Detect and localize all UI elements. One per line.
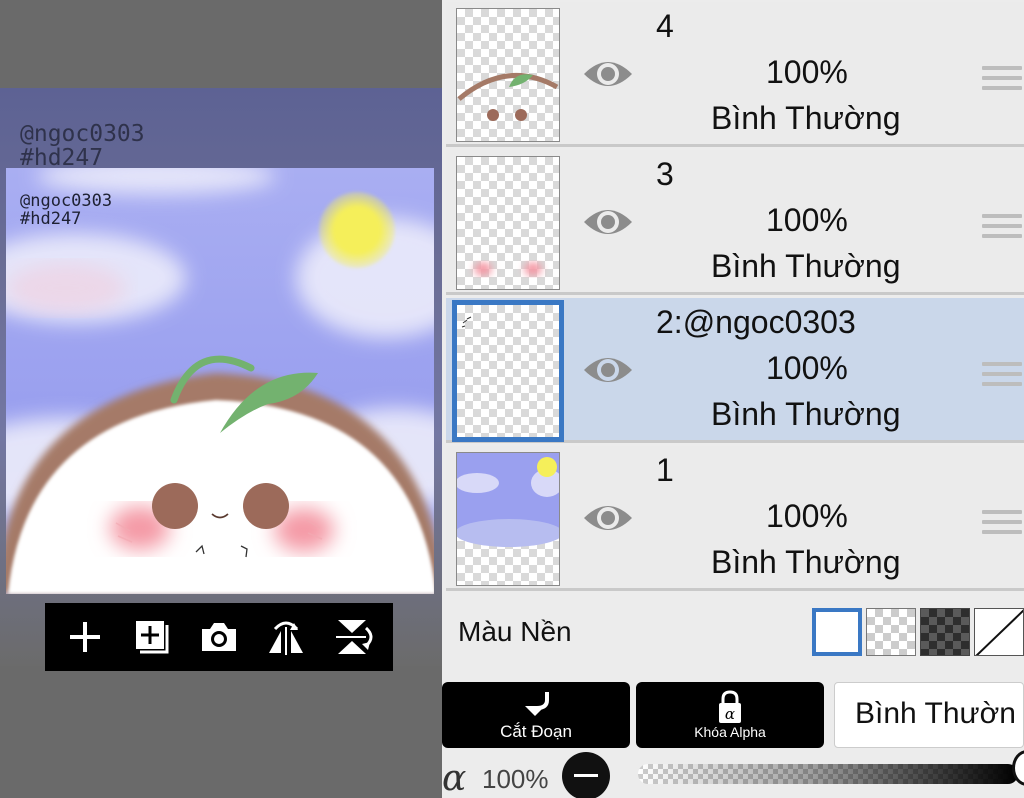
layer-blend-mode: Bình Thường (711, 248, 901, 284)
layer-opacity: 100% (766, 202, 848, 238)
background-color-row: Màu Nền (446, 596, 1024, 668)
layer-row-1[interactable]: 1 100% Bình Thường (446, 446, 1024, 591)
flip-horizontal-button[interactable] (260, 611, 312, 663)
layer-name: 4 (656, 8, 674, 44)
blend-mode-value: Bình Thườn (855, 697, 1016, 730)
duplicate-layer-button[interactable] (126, 611, 178, 663)
layer-row-3[interactable]: 3 100% Bình Thường (446, 150, 1024, 295)
alpha-lock-button[interactable]: α Khóa Alpha (636, 682, 824, 748)
opacity-slider[interactable] (638, 764, 1018, 784)
alpha-symbol: α (442, 758, 467, 798)
drag-handle-icon[interactable] (982, 208, 1022, 240)
clip-button[interactable]: Cắt Đoạn (442, 682, 630, 748)
eye-icon[interactable] (582, 350, 634, 390)
layer-opacity: 100% (766, 54, 848, 90)
layer-toolbar (45, 603, 393, 671)
drag-handle-icon[interactable] (982, 504, 1022, 536)
watermark-back: @ngoc0303 #hd247 (20, 121, 145, 172)
layer-row-4[interactable]: 4 100% Bình Thường (446, 2, 1024, 147)
layer-blend-mode: Bình Thường (711, 544, 901, 580)
background-color-label: Màu Nền (458, 616, 572, 647)
layer-thumbnail[interactable] (456, 8, 560, 142)
clip-label: Cắt Đoạn (500, 722, 572, 741)
opacity-decrease-button[interactable] (562, 752, 610, 798)
layer-panel: 4 100% Bình Thường 3 100% Bình Thường 2:… (442, 0, 1024, 672)
layer-thumbnail[interactable] (456, 156, 560, 290)
camera-button[interactable] (193, 611, 245, 663)
opacity-row: α 100% (442, 750, 1024, 798)
artwork-canvas[interactable] (6, 168, 434, 594)
layer-blend-mode: Bình Thường (711, 396, 901, 432)
lock-icon: α (719, 690, 741, 723)
add-layer-icon (69, 622, 100, 652)
add-layer-button[interactable] (59, 611, 111, 663)
background-dark-checker-swatch[interactable] (920, 608, 970, 656)
clip-arrow-icon (525, 692, 549, 716)
eye-icon[interactable] (582, 498, 634, 538)
layer-opacity: 100% (766, 350, 848, 386)
layer-thumbnail[interactable] (456, 452, 560, 586)
flip-vertical-button[interactable] (327, 611, 379, 663)
watermark-front: @ngoc0303 #hd247 (20, 191, 113, 229)
background-white-swatch[interactable] (812, 608, 862, 656)
layer-thumbnail[interactable] (452, 300, 564, 442)
eye-icon[interactable] (582, 202, 634, 242)
layer-row-2[interactable]: 2:@ngoc0303 100% Bình Thường (446, 298, 1024, 443)
svg-text:α: α (725, 705, 735, 723)
drag-handle-icon[interactable] (982, 60, 1022, 92)
flip-horizontal-icon (269, 621, 304, 655)
layer-blend-mode: Bình Thường (711, 100, 901, 136)
flip-vertical-icon (336, 620, 373, 654)
camera-icon (201, 623, 236, 651)
blend-mode-select[interactable]: Bình Thườn (834, 682, 1024, 748)
layer-name: 1 (656, 452, 674, 488)
layer-controls-bar: Cắt Đoạn α Khóa Alpha Bình Thườn α 100% (442, 672, 1024, 798)
background-light-checker-swatch[interactable] (866, 608, 916, 656)
opacity-value: 100% (482, 764, 549, 794)
eye-icon[interactable] (582, 54, 634, 94)
background-none-swatch[interactable] (974, 608, 1024, 656)
layer-name: 2:@ngoc0303 (656, 304, 856, 340)
duplicate-layer-icon (135, 621, 169, 654)
drag-handle-icon[interactable] (982, 356, 1022, 388)
minus-icon (574, 774, 598, 777)
layer-opacity: 100% (766, 498, 848, 534)
alpha-lock-label: Khóa Alpha (694, 724, 766, 740)
layer-name: 3 (656, 156, 674, 192)
